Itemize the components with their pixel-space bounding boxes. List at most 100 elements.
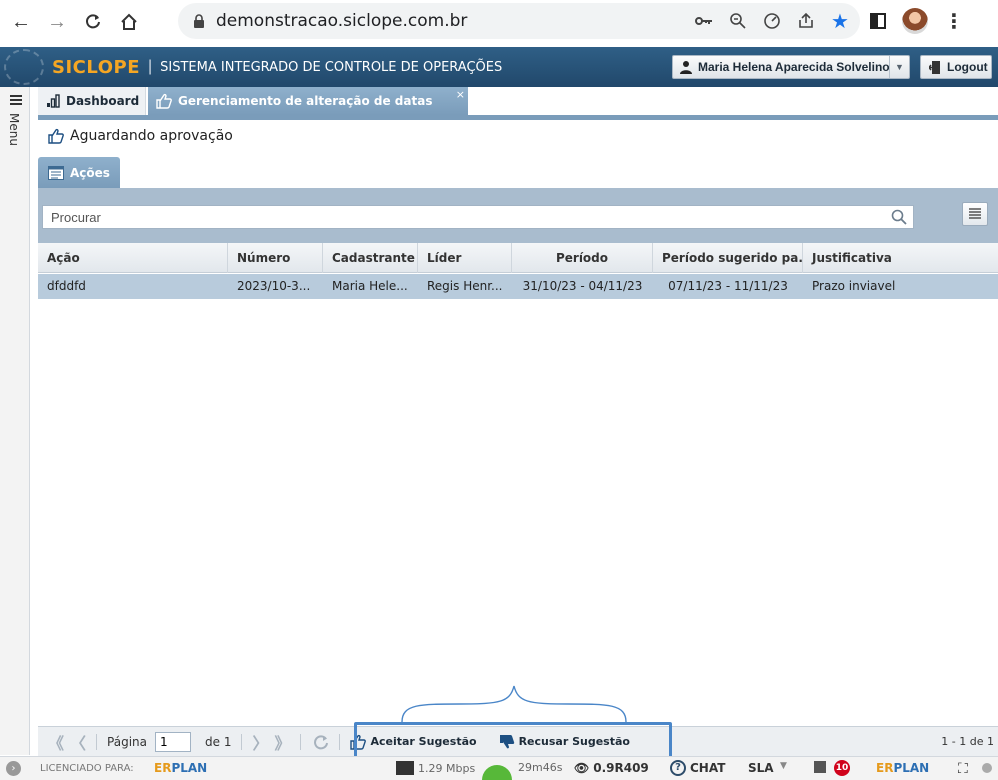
status-bar: › LICENCIADO PARA: ERPLAN 1.29 Mbps 29m4… (0, 756, 998, 780)
separator (300, 733, 302, 750)
page-label: Página (107, 734, 147, 749)
chevron-down-icon[interactable]: ▼ (780, 761, 787, 771)
home-icon[interactable] (116, 9, 142, 35)
connection-speed: 1.29 Mbps (396, 761, 475, 775)
browser-menu-icon[interactable]: ⋮ (944, 9, 964, 34)
search-icon[interactable] (890, 208, 908, 226)
column-header-lider[interactable]: Líder (418, 243, 512, 273)
erplan-logo-er: ER (154, 761, 172, 775)
tab-date-change-management[interactable]: Gerenciamento de alteração de datas × (148, 87, 468, 115)
erplan-logo: ERPLAN (154, 761, 207, 775)
help-question-icon: ? (670, 760, 686, 776)
separator (339, 733, 341, 750)
key-icon[interactable] (694, 11, 714, 31)
page-total-label: de 1 (205, 734, 232, 749)
app-header: SICLOPE | SISTEMA INTEGRADO DE CONTROLE … (0, 47, 998, 87)
zoom-icon[interactable] (728, 11, 748, 31)
performance-icon[interactable] (762, 11, 782, 31)
section-title: Aguardando aprovação (48, 128, 233, 144)
tab-bar: Dashboard Gerenciamento de alteração de … (38, 87, 998, 115)
calendar-icon[interactable] (814, 761, 826, 773)
chat-button[interactable]: ? CHAT (670, 760, 725, 776)
refresh-icon[interactable] (313, 734, 329, 750)
address-bar[interactable]: demonstracao.siclope.com.br ★ (178, 3, 860, 39)
bookmark-star-icon[interactable]: ★ (830, 11, 850, 33)
fullscreen-icon[interactable]: ⛶ (958, 761, 968, 777)
column-header-periodo[interactable]: Período (512, 243, 653, 273)
tab-date-change-label: Gerenciamento de alteração de datas (178, 94, 433, 108)
erplan-logo-plan: PLAN (171, 761, 208, 775)
page-number-input[interactable] (155, 731, 191, 752)
close-icon[interactable]: × (456, 88, 465, 101)
separator (241, 733, 243, 750)
thumbs-up-icon (48, 128, 64, 144)
search-input[interactable] (42, 205, 914, 229)
column-header-cadastrante[interactable]: Cadastrante (323, 243, 418, 273)
session-timer: 29m46s (518, 761, 563, 774)
logo-swirl-icon (4, 49, 44, 85)
licensed-label: LICENCIADO PARA: (40, 763, 134, 774)
session-status-indicator (482, 765, 512, 780)
cell-cadastrante: Maria Hele... (332, 279, 408, 293)
lock-icon (192, 13, 206, 29)
erplan-logo-right: ERPLAN (876, 761, 929, 775)
url-text: demonstracao.siclope.com.br (216, 11, 468, 31)
browser-toolbar: ← → demonstracao.siclope.com.br ★ ⋮ (0, 0, 998, 44)
profile-avatar[interactable] (902, 8, 928, 34)
logout-button[interactable]: Logout (920, 55, 992, 79)
status-dot (982, 763, 992, 773)
erplan-logo-right-plan: PLAN (893, 761, 930, 775)
column-header-acao[interactable]: Ação (38, 243, 228, 273)
erplan-logo-right-er: ER (876, 761, 894, 775)
app-logo[interactable]: SICLOPE (52, 57, 140, 78)
tab-underline (38, 115, 998, 120)
side-menu[interactable]: Menu (0, 87, 30, 755)
bar-chart-icon (47, 94, 60, 108)
table-row[interactable]: dfddfd 2023/10-3... Maria Hele... Regis … (38, 274, 998, 299)
menu-label[interactable]: Menu (7, 113, 21, 146)
tab-dashboard-label: Dashboard (66, 94, 140, 108)
column-header-periodo-sugerido[interactable]: Período sugerido pa... (653, 243, 803, 273)
list-options-button[interactable] (962, 202, 988, 226)
chevron-down-icon[interactable]: ▼ (889, 56, 909, 78)
grid-body (38, 299, 998, 719)
user-icon (680, 61, 692, 74)
section-title-text: Aguardando aprovação (70, 128, 233, 144)
tab-acoes[interactable]: Ações (38, 157, 120, 188)
expand-arrow-icon[interactable]: › (6, 761, 21, 776)
network-icon (396, 761, 414, 775)
cell-justificativa: Prazo inviavel (812, 279, 896, 293)
tab-acoes-label: Ações (70, 165, 110, 180)
sla-label[interactable]: SLA (748, 761, 774, 775)
logout-label: Logout (947, 60, 988, 74)
user-dropdown[interactable]: Maria Helena Aparecida Solvelino ▼ (672, 55, 910, 79)
column-header-justificativa[interactable]: Justificativa (803, 243, 998, 273)
column-header-numero[interactable]: Número (228, 243, 323, 273)
logo-separator: | (148, 58, 153, 75)
cell-numero: 2023/10-3... (237, 279, 311, 293)
next-page-icon[interactable]: 〉 (252, 730, 268, 754)
first-page-icon[interactable]: 《 (48, 730, 64, 754)
reload-icon[interactable] (80, 9, 106, 35)
cell-periodo: 31/10/23 - 04/11/23 (522, 279, 643, 293)
cell-periodo-sugerido: 07/11/23 - 11/11/23 (668, 279, 788, 293)
list-icon (969, 208, 981, 219)
eye-icon: 👁 (574, 761, 590, 775)
side-panel-icon[interactable] (870, 13, 886, 29)
back-arrow-icon[interactable]: ← (8, 9, 34, 35)
share-icon[interactable] (796, 11, 816, 31)
version-info: 👁 0.9R409 (574, 761, 649, 775)
tab-dashboard[interactable]: Dashboard (38, 87, 146, 115)
cell-acao: dfddfd (47, 279, 86, 293)
version-value: 0.9R409 (593, 761, 649, 775)
notification-badge[interactable]: 10 (834, 760, 850, 776)
annotation-brace (401, 685, 627, 723)
speed-value: 1.29 Mbps (418, 761, 476, 775)
hamburger-icon[interactable] (10, 95, 22, 105)
forward-arrow-icon[interactable]: → (44, 9, 70, 35)
last-page-icon[interactable]: 》 (274, 730, 290, 754)
paging-count: 1 - 1 de 1 (941, 735, 994, 748)
user-name: Maria Helena Aparecida Solvelino (698, 60, 889, 74)
thumbs-up-icon (156, 93, 172, 109)
previous-page-icon[interactable]: 〈 (70, 730, 86, 754)
